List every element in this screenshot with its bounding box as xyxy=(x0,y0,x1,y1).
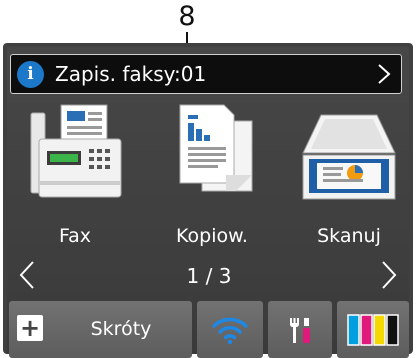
wifi-button[interactable] xyxy=(197,301,263,358)
info-icon: i xyxy=(17,61,44,88)
app-fax-label: Fax xyxy=(58,225,92,247)
page-indicator: 1 / 3 xyxy=(186,264,232,288)
notification-text: Zapis. faksy:01 xyxy=(55,62,207,86)
tools-button[interactable] xyxy=(268,301,332,358)
app-fax[interactable]: Fax xyxy=(15,101,135,251)
bottom-toolbar: + Skróty xyxy=(7,301,409,358)
callout-number: 8 xyxy=(178,1,196,32)
shortcuts-label: Skróty xyxy=(90,318,152,340)
app-scan-label: Skanuj xyxy=(317,225,381,247)
app-scan[interactable]: Skanuj xyxy=(289,101,409,251)
app-copy[interactable]: Kopiow. xyxy=(152,101,272,251)
notification-bar[interactable]: i Zapis. faksy:01 xyxy=(10,54,402,94)
app-copy-label: Kopiow. xyxy=(176,225,248,247)
wifi-icon xyxy=(212,317,248,344)
copy-documents-icon xyxy=(179,104,253,192)
chevron-right-icon xyxy=(378,64,391,84)
scanner-icon xyxy=(302,114,396,200)
touchscreen: i Zapis. faksy:01 Fax Kopiow. Skanuj 1 /… xyxy=(3,43,413,358)
chevron-left-icon[interactable] xyxy=(19,260,35,290)
ink-cartridges-icon xyxy=(347,313,399,346)
shortcuts-button[interactable]: + Skróty xyxy=(9,301,192,358)
ink-button[interactable] xyxy=(337,301,409,358)
tools-icon xyxy=(290,317,310,343)
fax-machine-icon xyxy=(30,104,122,198)
home-screen: i Zapis. faksy:01 Fax Kopiow. Skanuj 1 /… xyxy=(7,47,409,358)
chevron-right-icon[interactable] xyxy=(381,260,397,290)
plus-icon: + xyxy=(17,315,43,341)
